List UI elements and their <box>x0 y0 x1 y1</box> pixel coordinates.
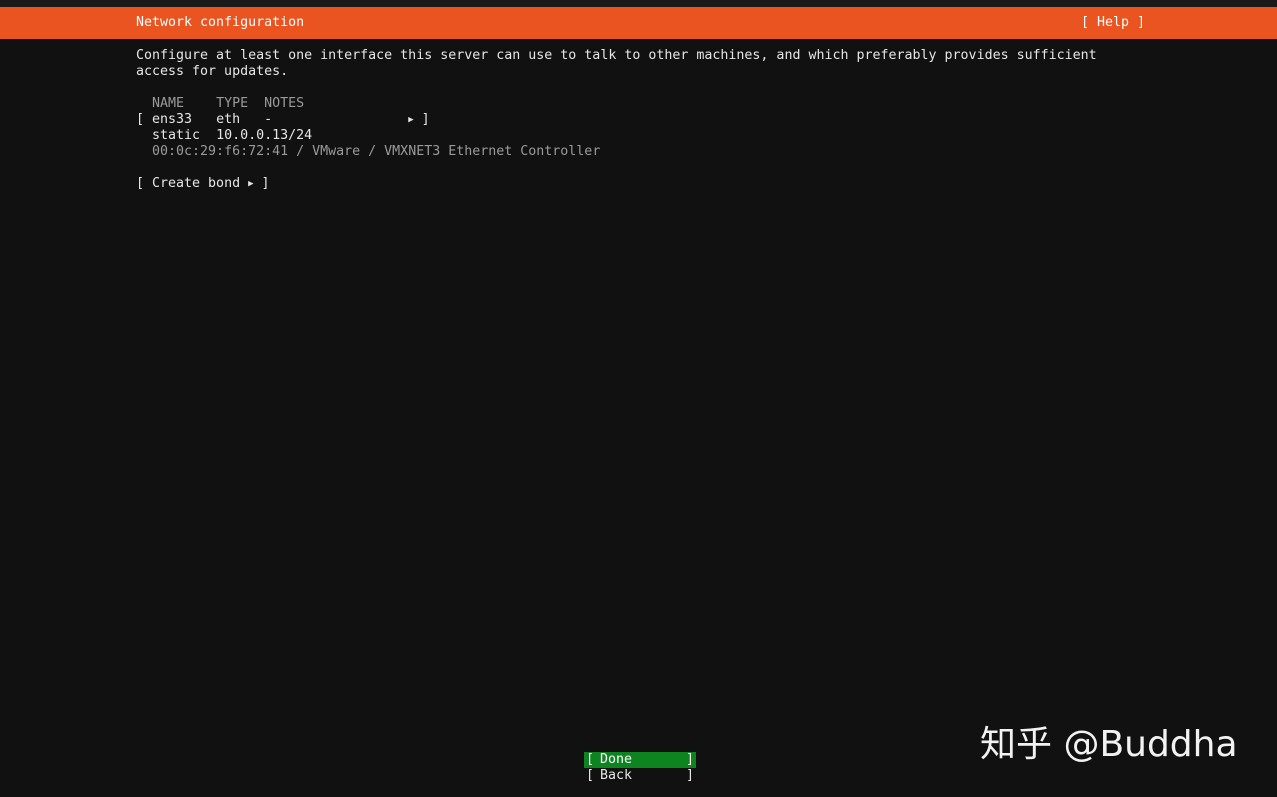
header-bar: Network configuration [ Help ] <box>0 7 1277 39</box>
interface-hardware-row: 00:0c:29:f6:72:41 / VMware / VMXNET3 Eth… <box>136 144 600 160</box>
done-button[interactable]: [ Done ] <box>584 752 696 768</box>
hardware-info: 00:0c:29:f6:72:41 / VMware / VMXNET3 Eth… <box>152 144 601 159</box>
interface-type: eth <box>216 112 241 127</box>
watermark: 知乎 @Buddha <box>980 724 1238 765</box>
interface-notes: - <box>264 112 273 127</box>
interface-address-row: static 10.0.0.13/24 <box>136 128 312 144</box>
create-bond-label: Create bond <box>152 176 241 191</box>
done-label: Done <box>600 752 633 767</box>
intro-text-line-2: access for updates. <box>136 64 289 79</box>
create-bond-button[interactable]: [ Create bond ▶ ] <box>136 176 270 192</box>
back-button[interactable]: [ Back ] <box>584 768 696 784</box>
intro-text-line-1: Configure at least one interface this se… <box>136 48 1097 63</box>
help-button[interactable]: [ Help ] <box>1081 15 1145 31</box>
address-method: static <box>152 128 201 143</box>
window-top-strip <box>0 0 1277 7</box>
interface-row-ens33[interactable]: [ ens33 eth - ▶ ] <box>136 112 430 128</box>
column-header-notes: NOTES <box>264 96 305 111</box>
ip-address: 10.0.0.13/24 <box>216 128 313 143</box>
table-header: NAME TYPE NOTES <box>136 96 304 112</box>
column-header-type: TYPE <box>216 96 249 111</box>
column-header-name: NAME <box>152 96 185 111</box>
back-label: Back <box>600 768 633 783</box>
page-title: Network configuration <box>136 15 305 30</box>
interface-name: ens33 <box>152 112 193 127</box>
